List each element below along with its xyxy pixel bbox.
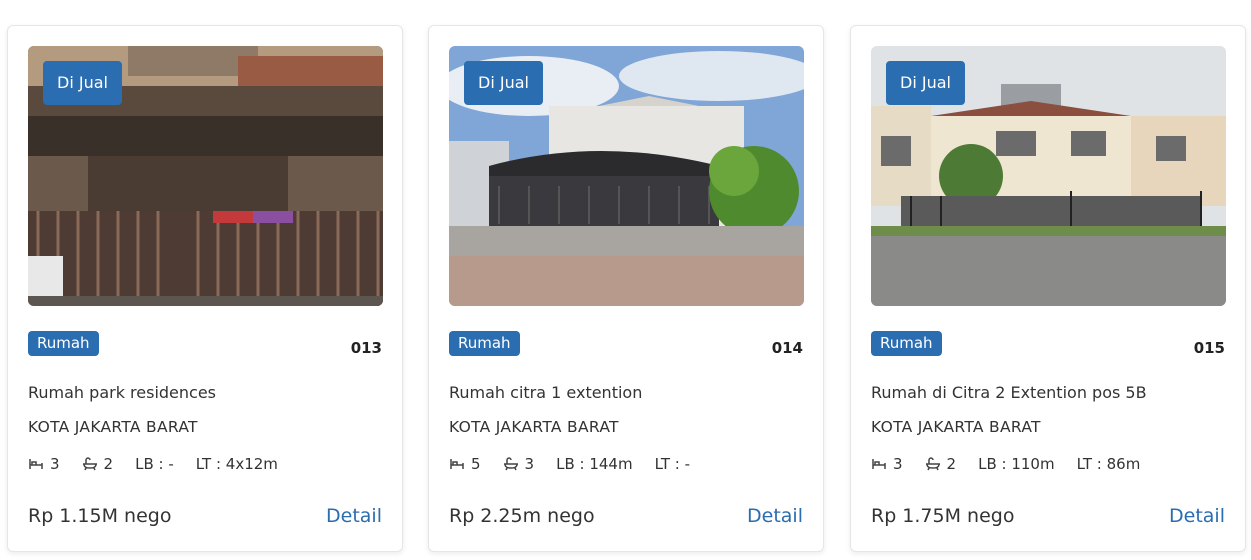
bathrooms: 2	[82, 455, 114, 473]
bedrooms-count: 3	[50, 455, 60, 473]
property-photo[interactable]: Di Jual	[449, 46, 804, 306]
listing-title[interactable]: Rumah park residences	[28, 383, 216, 402]
detail-link[interactable]: Detail	[747, 505, 803, 527]
bedrooms-count: 3	[893, 455, 903, 473]
listing-price: Rp 2.25m nego	[449, 505, 595, 527]
bedrooms: 3	[871, 455, 903, 473]
listing-specs: 3 2 LB : 110m LT : 86m	[871, 453, 1162, 475]
building-area: LB : 110m	[978, 455, 1055, 473]
property-type-badge: Rumah	[871, 331, 942, 356]
property-type-badge: Rumah	[449, 331, 520, 356]
bathtub-icon	[82, 457, 97, 471]
status-badge: Di Jual	[886, 61, 965, 105]
bedrooms: 5	[449, 455, 481, 473]
listing-city: KOTA JAKARTA BARAT	[449, 418, 619, 436]
status-badge: Di Jual	[464, 61, 543, 105]
listing-card[interactable]: Di Jual Rumah 015 Rumah di Citra 2 Exten…	[850, 25, 1246, 552]
bathtub-icon	[925, 457, 940, 471]
bed-icon	[29, 459, 43, 469]
building-area: LB : 144m	[556, 455, 633, 473]
listing-specs: 3 2 LB : - LT : 4x12m	[28, 453, 300, 475]
land-area: LT : -	[654, 455, 691, 473]
bathrooms-count: 3	[524, 455, 535, 473]
bathrooms-count: 2	[946, 455, 957, 473]
land-area: LT : 86m	[1076, 455, 1141, 473]
bathrooms: 2	[925, 455, 957, 473]
bathtub-icon	[503, 457, 518, 471]
listing-grid: Di Jual Rumah 013 Rumah park residences …	[0, 0, 1251, 560]
bed-icon	[450, 459, 464, 469]
listing-title[interactable]: Rumah citra 1 extention	[449, 383, 642, 402]
listing-specs: 5 3 LB : 144m LT : -	[449, 453, 712, 475]
land-area: LT : 4x12m	[195, 455, 278, 473]
listing-card[interactable]: Di Jual Rumah 013 Rumah park residences …	[7, 25, 403, 552]
property-photo[interactable]: Di Jual	[28, 46, 383, 306]
detail-link[interactable]: Detail	[326, 505, 382, 527]
listing-title[interactable]: Rumah di Citra 2 Extention pos 5B	[871, 383, 1147, 402]
listing-code: 015	[1193, 339, 1225, 357]
detail-link[interactable]: Detail	[1169, 505, 1225, 527]
bedrooms-count: 5	[471, 455, 481, 473]
listing-code: 013	[350, 339, 382, 357]
listing-card[interactable]: Di Jual Rumah 014 Rumah citra 1 extentio…	[428, 25, 824, 552]
listing-code: 014	[771, 339, 803, 357]
status-badge: Di Jual	[43, 61, 122, 105]
listing-city: KOTA JAKARTA BARAT	[28, 418, 198, 436]
bed-icon	[872, 459, 886, 469]
listing-price: Rp 1.15M nego	[28, 505, 172, 527]
listing-price: Rp 1.75M nego	[871, 505, 1015, 527]
building-area: LB : -	[135, 455, 174, 473]
property-type-badge: Rumah	[28, 331, 99, 356]
listing-city: KOTA JAKARTA BARAT	[871, 418, 1041, 436]
bedrooms: 3	[28, 455, 60, 473]
bathrooms-count: 2	[103, 455, 114, 473]
bathrooms: 3	[503, 455, 535, 473]
property-photo[interactable]: Di Jual	[871, 46, 1226, 306]
